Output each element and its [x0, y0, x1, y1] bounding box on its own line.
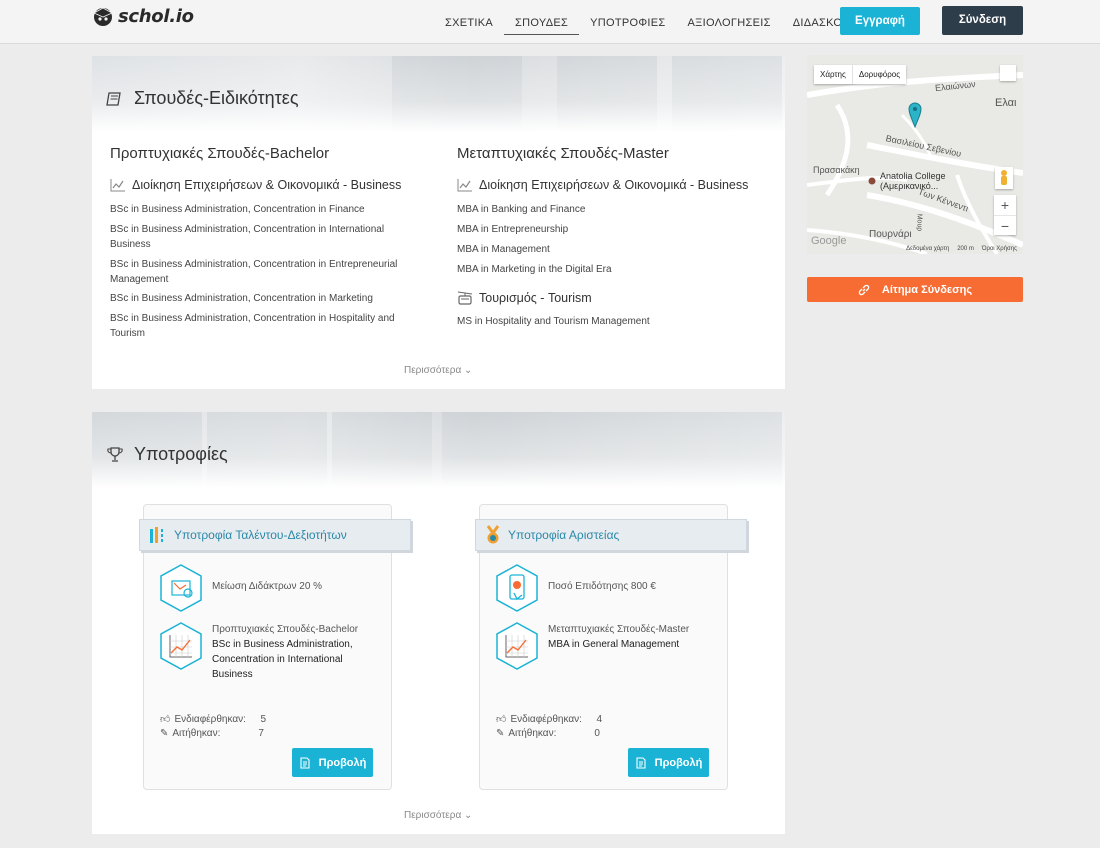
- trophy-icon: [107, 446, 123, 462]
- map-footer: Δεδομένα χάρτη 200 m Όροι Χρήσης: [906, 246, 1017, 252]
- scholarship-stats: 👍︎ Ενδιαφέρθηκαν: 5 ✎ Αιτήθηκαν: 7: [160, 714, 267, 739]
- nav-studies[interactable]: ΣΠΟΥΔΕΣ: [504, 0, 580, 35]
- top-navbar: schol.io ΣΧΕΤΙΚΑ ΣΠΟΥΔΕΣ ΥΠΟΤΡΟΦΙΕΣ ΑΞΙΟ…: [0, 0, 1100, 44]
- tourism-category[interactable]: Τουρισμός - Tourism: [457, 290, 592, 306]
- master-program[interactable]: MBA in Banking and Finance: [457, 202, 747, 217]
- scholarship-level: Μεταπτυχιακές Σπουδές-Master: [548, 624, 690, 635]
- document-icon: [636, 756, 646, 769]
- master-program[interactable]: MS in Hospitality and Tourism Management: [457, 314, 747, 329]
- requested-count: 0: [594, 728, 600, 739]
- chart-line-icon: [457, 179, 472, 192]
- nav-scholarships[interactable]: ΥΠΟΤΡΟΦΙΕΣ: [579, 0, 676, 35]
- pencil-icon: ✎: [496, 728, 505, 739]
- thumbs-up-icon: 👍︎: [160, 714, 171, 725]
- bachelor-program[interactable]: BSc in Business Administration, Concentr…: [110, 222, 400, 252]
- logo-text: schol.io: [118, 5, 194, 27]
- register-button[interactable]: Εγγραφή: [840, 7, 920, 35]
- location-map[interactable]: Χάρτης Δορυφόρος + − Ελαιώνων Ελαι Βασιλ…: [807, 55, 1023, 254]
- zoom-out-button[interactable]: −: [994, 215, 1016, 235]
- bachelor-program[interactable]: BSc in Business Administration, Concentr…: [110, 311, 400, 341]
- studies-more-link[interactable]: Περισσότερα ⌄: [404, 365, 472, 376]
- scholarship-title-ribbon[interactable]: Υποτροφία Ταλέντου-Δεξιοτήτων: [139, 519, 411, 551]
- mobile-payment-icon: [496, 564, 538, 612]
- scholarships-panel: Υποτροφίες Υποτροφία Ταλέντου-Δεξιοτήτων…: [92, 412, 785, 834]
- chart-grid-icon: [160, 622, 202, 670]
- interested-count: 4: [596, 714, 603, 725]
- chart-line-icon: [110, 179, 125, 192]
- cable-car-icon: [457, 291, 473, 305]
- talent-people-icon: [150, 527, 163, 543]
- scholarship-level: Προπτυχιακές Σπουδές-Bachelor: [212, 624, 359, 635]
- document-icon: [300, 756, 310, 769]
- master-program[interactable]: MBA in Marketing in the Digital Era: [457, 262, 747, 277]
- zoom-control: + −: [994, 195, 1016, 235]
- book-icon: [106, 91, 121, 106]
- bachelor-category[interactable]: Διοίκηση Επιχειρήσεων & Οικονομικά - Bus…: [110, 178, 401, 192]
- view-button[interactable]: Προβολή: [628, 748, 709, 777]
- map-street-label: Μουρ: [915, 213, 923, 232]
- scholarships-title: Υποτροφίες: [106, 444, 228, 465]
- map-street-label: Πουρνάρι: [869, 229, 912, 240]
- bachelor-heading: Προπτυχιακές Σπουδές-Bachelor: [110, 145, 330, 162]
- fullscreen-icon[interactable]: [1000, 65, 1016, 81]
- program-row: Μεταπτυχιακές Σπουδές-Master MBA in Gene…: [494, 621, 708, 671]
- map-street-label: Ελαι: [995, 97, 1017, 109]
- nav-about[interactable]: ΣΧΕΤΙΚΑ: [434, 0, 504, 35]
- map-street-label: Πρασακάκη: [813, 165, 860, 175]
- bachelor-program[interactable]: BSc in Business Administration, Concentr…: [110, 291, 400, 306]
- chart-grid-icon: [496, 622, 538, 670]
- logo[interactable]: schol.io: [92, 5, 194, 27]
- scholarship-title-ribbon[interactable]: Υποτροφία Αριστείας: [475, 519, 747, 551]
- requested-count: 7: [258, 728, 264, 739]
- master-program[interactable]: MBA in Management: [457, 242, 747, 257]
- connection-request-button[interactable]: Αίτημα Σύνδεσης: [807, 277, 1023, 302]
- view-button[interactable]: Προβολή: [292, 748, 373, 777]
- benefit-row: Ποσό Επιδότησης 800 €: [494, 563, 656, 613]
- street-view-pegman-icon[interactable]: [995, 167, 1013, 189]
- map-type-satellite-button[interactable]: Δορυφόρος: [851, 65, 906, 84]
- link-icon: [858, 284, 870, 295]
- bachelor-program[interactable]: BSc in Business Administration, Concentr…: [110, 257, 400, 287]
- chevron-down-icon: ⌄: [464, 365, 473, 376]
- main-nav: ΣΧΕΤΙΚΑ ΣΠΟΥΔΕΣ ΥΠΟΤΡΟΦΙΕΣ ΑΞΙΟΛΟΓΗΣΕΙΣ …: [434, 0, 883, 44]
- thumbs-up-icon: 👍︎: [496, 714, 507, 725]
- medal-icon: [486, 525, 500, 544]
- interested-count: 5: [260, 714, 267, 725]
- map-type-toggle: Χάρτης Δορυφόρος: [814, 65, 907, 84]
- map-place-label: Anatolia College (Αμερικανικό...: [880, 171, 946, 191]
- studies-panel: Σπουδές-Ειδικότητες Προπτυχιακές Σπουδές…: [92, 56, 785, 389]
- scholarship-card: Υποτροφία Ταλέντου-Δεξιοτήτων Μείωση Διδ…: [139, 504, 411, 790]
- scholarships-more-link[interactable]: Περισσότερα ⌄: [404, 810, 472, 821]
- discount-tag-icon: [160, 564, 202, 612]
- scholarship-stats: 👍︎ Ενδιαφέρθηκαν: 4 ✎ Αιτήθηκαν: 0: [496, 714, 603, 739]
- master-program[interactable]: MBA in Entrepreneurship: [457, 222, 747, 237]
- master-heading: Μεταπτυχιακές Σπουδές-Master: [457, 145, 669, 162]
- pencil-icon: ✎: [160, 728, 169, 739]
- scholarship-card: Υποτροφία Αριστείας Ποσό Επιδότησης 800 …: [475, 504, 747, 790]
- studies-title: Σπουδές-Ειδικότητες: [106, 88, 299, 109]
- chevron-down-icon: ⌄: [464, 810, 473, 821]
- bachelor-program[interactable]: BSc in Business Administration, Concentr…: [110, 202, 400, 217]
- login-button[interactable]: Σύνδεση: [942, 6, 1023, 35]
- graduate-logo-icon: [93, 7, 113, 26]
- program-row: Προπτυχιακές Σπουδές-Bachelor BSc in Bus…: [158, 621, 372, 682]
- nav-reviews[interactable]: ΑΞΙΟΛΟΓΗΣΕΙΣ: [677, 0, 782, 35]
- master-category[interactable]: Διοίκηση Επιχειρήσεων & Οικονομικά - Bus…: [457, 178, 748, 192]
- scholarship-program: MBA in General Management: [548, 639, 680, 650]
- zoom-in-button[interactable]: +: [994, 195, 1016, 215]
- benefit-row: Μείωση Διδάκτρων 20 %: [158, 563, 322, 613]
- map-type-map-button[interactable]: Χάρτης: [814, 65, 852, 84]
- scholarship-program: BSc in Business Administration, Concentr…: [212, 639, 353, 680]
